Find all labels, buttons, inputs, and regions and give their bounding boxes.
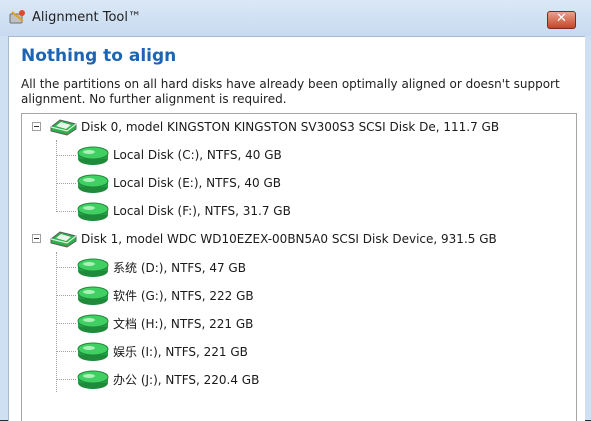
collapse-disk-0-toggle[interactable]: [32, 122, 41, 131]
alignment-tool-window: Alignment Tool™ ✕ Nothing to align All t…: [0, 0, 591, 421]
disk-0-label: Disk 0, model KINGSTON KINGSTON SV300S3 …: [81, 120, 500, 134]
close-icon: ✕: [556, 11, 567, 26]
partition-label: Local Disk (E:), NTFS, 40 GB: [113, 176, 281, 190]
partition-icon: [77, 146, 109, 165]
hard-disk-icon: [50, 231, 77, 248]
hard-disk-icon: [50, 119, 77, 136]
window-title: Alignment Tool™: [32, 10, 141, 25]
partition-icon: [77, 174, 109, 193]
partition-icon: [77, 342, 109, 361]
partition-label: 文档 (H:), NTFS, 221 GB: [113, 316, 254, 331]
tree-item-partition-e[interactable]: Local Disk (E:), NTFS, 40 GB: [76, 170, 281, 196]
collapse-disk-1-toggle[interactable]: [32, 234, 41, 243]
disk-tree[interactable]: Disk 0, model KINGSTON KINGSTON SV300S3 …: [21, 113, 577, 421]
tree-item-partition-d[interactable]: 系统 (D:), NTFS, 47 GB: [76, 254, 246, 280]
tree-item-partition-g[interactable]: 软件 (G:), NTFS, 222 GB: [76, 282, 254, 308]
partition-label: 办公 (J:), NTFS, 220.4 GB: [113, 372, 260, 387]
disk-1-label: Disk 1, model WDC WD10EZEX-00BN5A0 SCSI …: [81, 232, 497, 246]
partition-icon: [77, 370, 109, 389]
tree-item-partition-f[interactable]: Local Disk (F:), NTFS, 31.7 GB: [76, 198, 291, 224]
tree-item-partition-i[interactable]: 娱乐 (I:), NTFS, 221 GB: [76, 338, 248, 364]
close-button[interactable]: ✕: [547, 11, 576, 29]
title-bar[interactable]: Alignment Tool™ ✕: [0, 0, 591, 36]
partition-label: 系统 (D:), NTFS, 47 GB: [113, 260, 246, 275]
partition-icon: [77, 314, 109, 333]
tree-item-partition-c[interactable]: Local Disk (C:), NTFS, 40 GB: [76, 142, 282, 168]
partition-label: 软件 (G:), NTFS, 222 GB: [113, 288, 254, 303]
dialog-heading: Nothing to align: [21, 46, 177, 66]
tree-item-disk-0[interactable]: Disk 0, model KINGSTON KINGSTON SV300S3 …: [48, 114, 499, 140]
partition-icon: [77, 202, 109, 221]
tree-item-partition-h[interactable]: 文档 (H:), NTFS, 221 GB: [76, 310, 253, 336]
partition-icon: [77, 258, 109, 277]
tree-item-partition-j[interactable]: 办公 (J:), NTFS, 220.4 GB: [76, 366, 259, 392]
app-icon: [9, 10, 25, 24]
dialog-description: All the partitions on all hard disks hav…: [21, 77, 560, 106]
partition-label: 娱乐 (I:), NTFS, 221 GB: [113, 344, 248, 359]
partition-label: Local Disk (C:), NTFS, 40 GB: [113, 148, 282, 162]
tree-item-disk-1[interactable]: Disk 1, model WDC WD10EZEX-00BN5A0 SCSI …: [48, 226, 497, 252]
partition-label: Local Disk (F:), NTFS, 31.7 GB: [113, 204, 291, 218]
dialog-body: Nothing to align All the partitions on a…: [8, 36, 585, 421]
partition-icon: [77, 286, 109, 305]
